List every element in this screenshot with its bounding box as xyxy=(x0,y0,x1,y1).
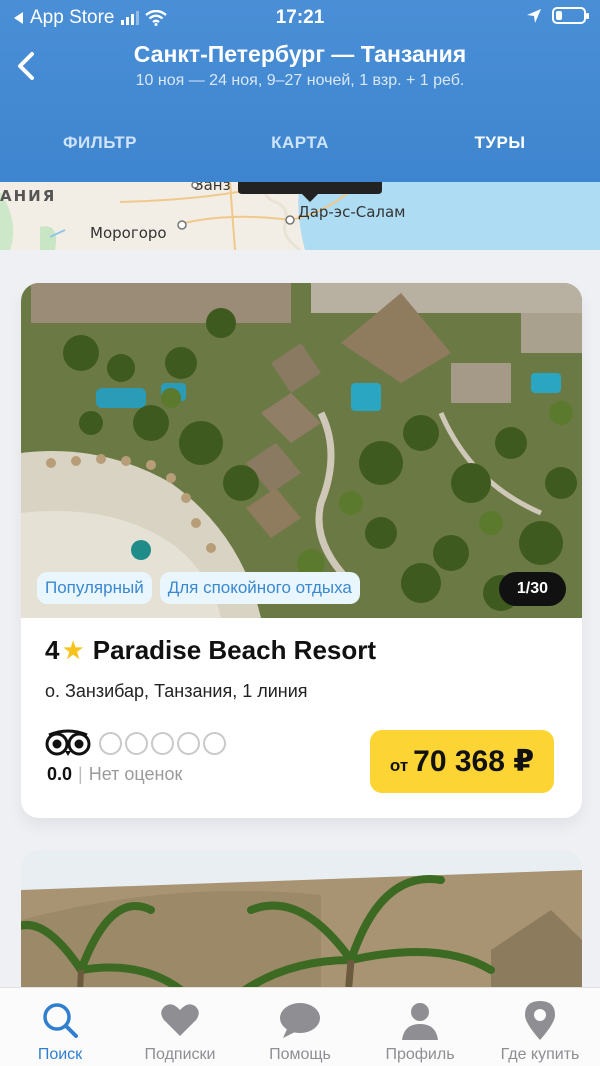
location-pin-icon xyxy=(518,998,562,1042)
tab-map[interactable]: КАРТА xyxy=(200,126,400,160)
tabbar-label-profile: Профиль xyxy=(385,1046,455,1063)
price-prefix: от xyxy=(389,756,409,775)
status-bar: App Store 17:21 xyxy=(0,0,600,34)
rating-circle xyxy=(177,731,200,755)
rating-summary: 0.0 | Нет оценок xyxy=(47,764,182,785)
battery-icon xyxy=(552,7,589,24)
map-label-morogoro: Морогоро xyxy=(90,224,167,242)
route-title-block: Санкт-Петербург — Танзания 10 ноя — 24 н… xyxy=(60,40,540,92)
tab-filter[interactable]: ФИЛЬТР xyxy=(0,126,200,160)
hotel-star-count: 4 xyxy=(45,635,60,665)
search-icon xyxy=(38,998,82,1042)
hotel-aerial-image xyxy=(21,283,582,618)
rating-circle xyxy=(99,731,122,755)
tabbar-label-subscriptions: Подписки xyxy=(144,1046,216,1063)
map-preview[interactable]: АНИЯ Занз Морогоро Дар-эс-Салам xyxy=(0,182,600,250)
map-label-country: АНИЯ xyxy=(0,187,57,205)
tripadvisor-rating[interactable] xyxy=(45,729,226,757)
bottom-tab-bar: Поиск Подписки Помощь Профиль Где купить xyxy=(0,987,600,1066)
tabbar-item-help[interactable]: Помощь xyxy=(240,988,360,1066)
tabbar-label-help: Помощь xyxy=(269,1046,331,1063)
tag-relax: Для спокойного отдыха xyxy=(159,572,360,604)
rating-circle xyxy=(125,731,148,755)
tabbar-item-profile[interactable]: Профиль xyxy=(360,988,480,1066)
hotel-location: о. Занзибар, Танзания, 1 линия xyxy=(45,681,308,701)
hotel-name: Paradise Beach Resort xyxy=(92,635,377,665)
tabbar-label-search: Поиск xyxy=(37,1046,83,1063)
page-title: Санкт-Петербург — Танзания xyxy=(133,41,467,67)
location-arrow-icon xyxy=(527,8,541,23)
tabbar-item-search[interactable]: Поиск xyxy=(0,988,120,1066)
hotel-photo[interactable]: Популярный Для спокойного отдыха 1/30 xyxy=(21,283,582,618)
person-icon xyxy=(398,998,442,1042)
rating-circle xyxy=(203,731,226,755)
chat-bubble-icon xyxy=(278,998,322,1042)
price-value: 70 368 ₽ xyxy=(413,745,535,778)
tabbar-item-subscriptions[interactable]: Подписки xyxy=(120,988,240,1066)
hotel-card[interactable]: Популярный Для спокойного отдыха 1/30 4 … xyxy=(21,283,582,818)
tab-tours[interactable]: ТУРЫ xyxy=(400,126,600,160)
rating-circle xyxy=(151,731,174,755)
price-button[interactable]: от 70 368 ₽ xyxy=(370,730,554,793)
tabbar-label-where-to-buy: Где купить xyxy=(500,1046,580,1063)
rating-circles xyxy=(99,731,226,755)
photo-counter: 1/30 xyxy=(498,572,566,606)
search-params: 10 ноя — 24 ноя, 9–27 ночей, 1 взр. + 1 … xyxy=(135,72,465,89)
tabbar-item-where-to-buy[interactable]: Где купить xyxy=(480,988,600,1066)
header: App Store 17:21 Санкт-Петербург — Танзан… xyxy=(0,0,600,182)
rating-separator: | xyxy=(78,764,83,784)
tag-popular: Популярный xyxy=(37,572,152,604)
map-label-zanzibar: Занз xyxy=(194,182,231,194)
tripadvisor-owl-icon xyxy=(45,729,91,756)
rating-score: 0.0 xyxy=(47,764,73,784)
back-chevron-icon[interactable] xyxy=(10,46,46,86)
hotel-tags: Популярный Для спокойного отдыха xyxy=(37,572,360,604)
view-tabs: ФИЛЬТР КАРТА ТУРЫ xyxy=(0,126,600,160)
hotel-title: 4 ★ Paradise Beach Resort xyxy=(45,635,376,666)
rating-text: Нет оценок xyxy=(88,764,183,784)
map-label-dar-es-salaam: Дар-эс-Салам xyxy=(298,203,406,221)
heart-icon xyxy=(158,998,202,1042)
status-time: 17:21 xyxy=(275,7,325,28)
star-icon: ★ xyxy=(61,635,85,665)
